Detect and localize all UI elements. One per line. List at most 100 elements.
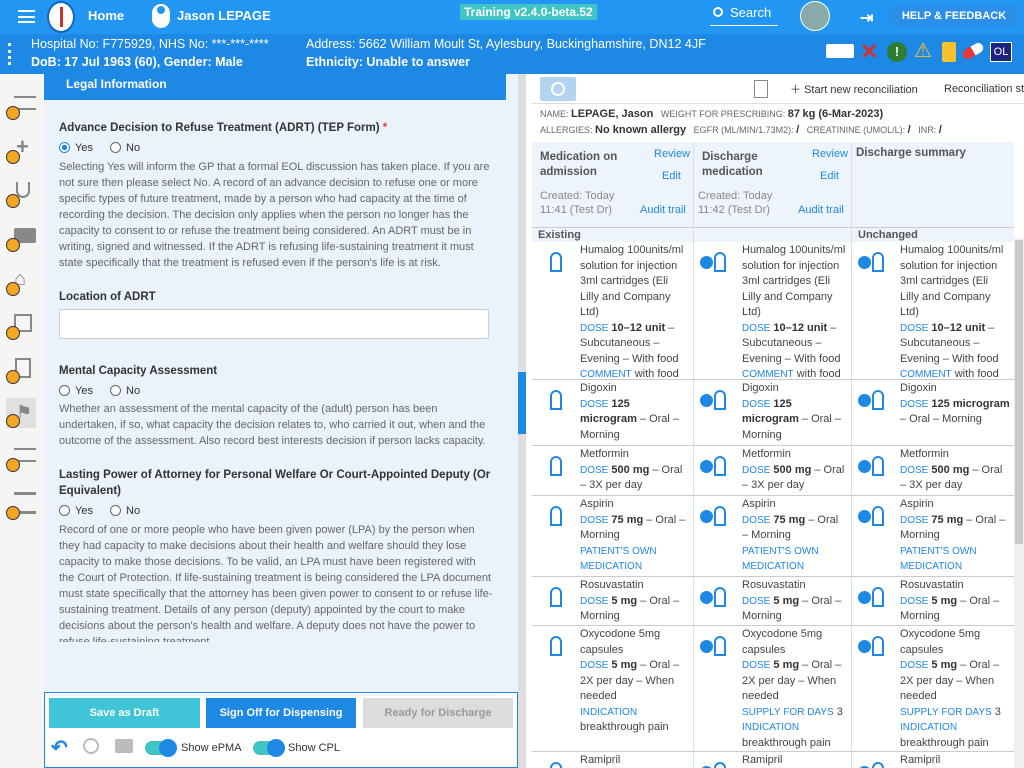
home-link[interactable]: Home: [88, 8, 124, 23]
lock-icon: [6, 194, 20, 208]
adrt-no-radio[interactable]: [110, 142, 122, 153]
left-scrollbar[interactable]: [518, 74, 526, 768]
mca-yes-radio[interactable]: [59, 385, 70, 396]
user-initials-badge[interactable]: OL: [990, 42, 1012, 62]
medication-text: Rosuvastatin DOSE 5 mg – Oral – Morning: [900, 579, 1000, 622]
ready-discharge-button[interactable]: Ready for Discharge: [363, 698, 513, 728]
medication-text: Metformin DOSE 500 mg – Oral – 3X per day: [900, 448, 1003, 491]
sign-off-button[interactable]: Sign Off for Dispensing: [206, 698, 356, 728]
medication-row[interactable]: Aspirin DOSE 75 mg – Oral – Morning PATIEN…: [852, 496, 1014, 577]
existing-section: Existing: [532, 228, 693, 242]
cross-alert-icon[interactable]: ✕: [860, 40, 878, 64]
right-scrollbar[interactable]: [1014, 238, 1024, 768]
help-feedback-button[interactable]: HELP & FEEDBACK: [890, 5, 1018, 27]
right-scrollbar-thumb[interactable]: [1015, 240, 1023, 544]
medication-row[interactable]: Metformin DOSE 500 mg – Oral – 3X per day: [694, 446, 852, 496]
audit-link[interactable]: Audit trail: [798, 204, 844, 216]
medication-row[interactable]: Oxycodone 5mg capsules DOSE 5 mg – Oral –…: [852, 626, 1014, 752]
medication-row[interactable]: Metformin DOSE 500 mg – Oral – 3X per day: [852, 446, 1014, 496]
medication-row[interactable]: Aspirin DOSE 75 mg – Oral – Morning PATIEN…: [694, 496, 852, 577]
medication-row[interactable]: Digoxin DOSE 125 microgram – Oral – Morni…: [532, 380, 694, 446]
medication-text: Aspirin DOSE 75 mg – Oral – Morning PATIEN…: [742, 498, 839, 572]
medication-text: Metformin DOSE 500 mg – Oral – 3X per day: [742, 448, 845, 491]
medication-row[interactable]: Rosuvastatin DOSE 5 mg – Oral – Morning: [532, 577, 694, 626]
sidebar-item-camera[interactable]: [6, 222, 36, 252]
review-link[interactable]: Review: [812, 148, 848, 160]
mca-no-radio[interactable]: [110, 385, 122, 396]
lpa-no-radio[interactable]: [110, 505, 122, 516]
medication-row[interactable]: Ramipril: [532, 752, 694, 768]
left-scrollbar-thumb[interactable]: [518, 372, 526, 434]
medication-row[interactable]: Rosuvastatin DOSE 5 mg – Oral – Morning: [852, 577, 1014, 626]
reconciliation-panel: ＋ Start new reconciliation Reconciliatio…: [532, 74, 1024, 768]
medication-row[interactable]: Digoxin DOSE 125 microgram – Oral – Morni…: [852, 380, 1014, 446]
location-input[interactable]: [59, 309, 489, 339]
bed-icon[interactable]: [826, 44, 854, 58]
logout-icon[interactable]: ⇥: [860, 8, 873, 28]
user-avatar[interactable]: [800, 1, 830, 31]
pill-icon[interactable]: [960, 41, 986, 61]
sidebar-item-add[interactable]: +: [6, 134, 36, 164]
medication-row[interactable]: Ramipril: [694, 752, 852, 768]
continue-medication-icon: [858, 252, 884, 276]
epma-toggle[interactable]: [145, 739, 177, 757]
export-icon[interactable]: [754, 80, 768, 98]
continue-medication-icon: [700, 456, 726, 480]
review-link[interactable]: Review: [654, 148, 690, 160]
created-label: Created: Today: [540, 190, 615, 202]
expand-icon[interactable]: [8, 43, 13, 65]
medication-row[interactable]: Oxycodone 5mg capsules DOSE 5 mg – Oral –…: [694, 626, 852, 752]
patient-banner: Hospital No: F775929, NHS No: ***-***-**…: [0, 34, 1024, 74]
medication-card-icon[interactable]: [942, 42, 956, 62]
undo-icon[interactable]: ↶: [51, 735, 68, 760]
save-draft-button[interactable]: Save as Draft: [49, 698, 200, 728]
adrt-yes-radio[interactable]: [59, 142, 70, 153]
sidebar-item-stethoscope[interactable]: [6, 178, 36, 208]
exclamation-icon[interactable]: !: [887, 42, 907, 62]
sidebar-item-activity[interactable]: ⚑: [6, 398, 36, 428]
medication-row[interactable]: Ramipril: [852, 752, 1014, 768]
caduceus-logo-icon[interactable]: [47, 1, 75, 33]
search-icon: [713, 7, 723, 17]
medication-text: Aspirin DOSE 75 mg – Oral – Morning PATIEN…: [900, 498, 1006, 572]
sidebar-item-clipboard[interactable]: [6, 354, 36, 384]
medication-text: Oxycodone 5mg capsules DOSE 5 mg – Oral –…: [742, 628, 843, 749]
continue-medication-icon: [700, 506, 726, 530]
created-time: 11:42 (Test Dr): [698, 204, 770, 216]
medication-row[interactable]: Humalog 100units/ml solution for injecti…: [852, 242, 1014, 380]
link-icon[interactable]: [540, 77, 576, 101]
medication-row[interactable]: Metformin DOSE 500 mg – Oral – 3X per day: [532, 446, 694, 496]
lpa-label: Lasting Power of Attorney for Personal W…: [59, 469, 491, 497]
start-recon-button[interactable]: ＋ Start new reconciliation: [790, 81, 918, 97]
medication-row[interactable]: Aspirin DOSE 75 mg – Oral – Morning PATIEN…: [532, 496, 694, 577]
dob-gender: DoB: 17 Jul 1963 (60), Gender: Male: [31, 55, 243, 69]
medication-row[interactable]: Digoxin DOSE 125 microgram – Oral – Morni…: [694, 380, 852, 446]
sidebar-item-edit[interactable]: [6, 310, 36, 340]
lpa-yes-radio[interactable]: [59, 505, 70, 516]
action-bar: Save as Draft Sign Off for Dispensing Re…: [44, 692, 518, 768]
sidebar-item-list[interactable]: [6, 90, 36, 120]
continue-medication-icon: [858, 587, 884, 611]
warning-icon[interactable]: ⚠: [914, 41, 932, 61]
history-icon[interactable]: [83, 738, 99, 754]
medication-row[interactable]: Humalog 100units/ml solution for injecti…: [694, 242, 852, 380]
medication-text: Digoxin DOSE 125 microgram – Oral – Morni…: [580, 382, 680, 441]
medication-text: Digoxin DOSE 125 microgram – Oral – Morni…: [900, 382, 1010, 425]
patient-info-row1: NAME: LEPAGE, Jason WEIGHT FOR PRESCRIBI…: [540, 108, 884, 120]
medication-row[interactable]: Oxycodone 5mg capsules DOSE 5 mg – Oral –…: [532, 626, 694, 752]
patient-name[interactable]: Jason LEPAGE: [177, 8, 271, 23]
sidebar-item-register[interactable]: [6, 490, 36, 520]
continue-medication-icon: [700, 390, 726, 414]
edit-link[interactable]: Edit: [662, 170, 681, 182]
cpl-toggle[interactable]: [253, 739, 285, 757]
audit-link[interactable]: Audit trail: [640, 204, 686, 216]
search-button[interactable]: Search: [710, 4, 778, 26]
sidebar-item-checklist[interactable]: [6, 442, 36, 472]
medication-row[interactable]: Humalog 100units/ml solution for injecti…: [532, 242, 694, 380]
print-icon[interactable]: [115, 739, 133, 753]
sidebar-item-home[interactable]: ⌂: [6, 266, 36, 296]
menu-icon[interactable]: [18, 10, 35, 23]
edit-link[interactable]: Edit: [820, 170, 839, 182]
medication-row[interactable]: Rosuvastatin DOSE 5 mg – Oral – Morning: [694, 577, 852, 626]
location-label: Location of ADRT: [59, 291, 156, 303]
